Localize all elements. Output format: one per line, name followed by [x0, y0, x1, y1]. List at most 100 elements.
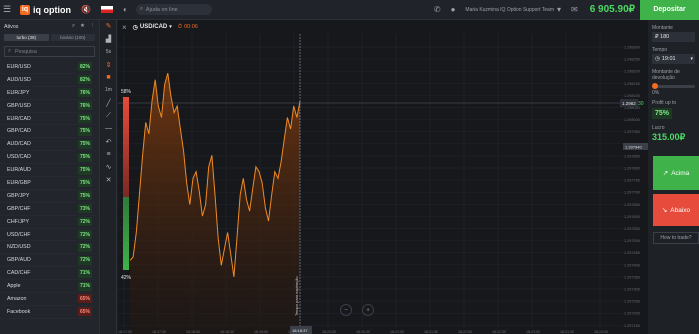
phone-icon[interactable]: ✆ — [434, 5, 441, 14]
asset-name: EUR/USD — [7, 63, 31, 70]
user-name[interactable]: Maria Kuzmina IQ Option Support Team — [465, 7, 554, 13]
chart-type-icon[interactable]: ▟ — [106, 33, 111, 46]
fib-icon[interactable]: ≡ — [106, 148, 110, 161]
asset-name: GBP/CAD — [7, 128, 31, 135]
asset-row[interactable]: GBP/CHF 73% — [0, 203, 99, 216]
asset-row[interactable]: GBP/CAD 75% — [0, 125, 99, 139]
asset-payout: 72% — [78, 230, 92, 240]
asset-search-input[interactable]: ⌕ Pesquisa — [4, 46, 95, 57]
asset-name: NZD/USD — [7, 244, 31, 251]
zoom-in-icon[interactable]: + — [362, 304, 374, 316]
asset-payout: 72% — [78, 217, 92, 227]
square-icon[interactable]: ■ — [106, 71, 110, 84]
asset-payout: 76% — [78, 101, 92, 111]
search-icon[interactable]: ⌕ — [72, 23, 75, 30]
asset-row[interactable]: NZD/USD 72% — [0, 241, 99, 255]
menu-icon[interactable]: ☰ — [0, 0, 14, 20]
y-axis: 1.298300 1.298250 1.298200 1.298150 1.298100… — [624, 46, 640, 328]
x-tick-label: 18:20:00 — [322, 330, 336, 334]
asset-payout: 75% — [78, 152, 92, 162]
refund-slider-knob[interactable] — [652, 83, 658, 89]
indicator-icon[interactable]: ⇕ — [106, 58, 112, 71]
price-chart[interactable]: 1.298300 1.298250 1.298200 1.298150 1.298100… — [118, 20, 648, 334]
more-icon[interactable]: ⋮ — [90, 23, 95, 30]
asset-row[interactable]: EUR/JPY 76% — [0, 87, 99, 100]
asset-row[interactable]: EUR/USD 82% — [0, 61, 99, 74]
asset-row[interactable]: USD/CAD 75% — [0, 151, 99, 165]
lucro-value: 315.00₽ — [652, 132, 686, 142]
asset-name: GBP/CHF — [7, 205, 31, 212]
brightness-icon[interactable]: ◐ — [123, 5, 128, 14]
amount-input[interactable]: ₽ 180 — [652, 32, 695, 42]
balance[interactable]: 6 905.90₽ — [590, 4, 635, 15]
asset-name: GBP/AUD — [7, 257, 31, 264]
how-to-trade-button[interactable]: How to trade? — [653, 232, 699, 244]
ray-icon[interactable]: ⟋ — [106, 110, 111, 123]
asset-payout: 76% — [78, 88, 92, 98]
wave-icon[interactable]: ∿ — [106, 161, 112, 174]
asset-list: EUR/USD 82% AUD/USD 82% EUR/JPY 76% GBP/USD 76%… — [0, 61, 99, 319]
user-icon[interactable]: ● — [451, 5, 456, 14]
logo[interactable]: iq iq option — [20, 4, 71, 15]
y-tick-label: 1.297400 — [624, 263, 640, 267]
mute-icon[interactable]: 🔇 — [81, 5, 91, 14]
asset-name: EUR/GBP — [7, 179, 31, 186]
app-root: ☰ iq iq option 🔇 ◐ ⌕ Ajuda on line ✆ ● M… — [0, 0, 699, 334]
asset-payout: 71% — [78, 281, 92, 291]
close-icon[interactable]: × — [122, 23, 127, 32]
help-search[interactable]: ⌕ Ajuda on line — [135, 4, 212, 15]
y-tick-label: 1.298150 — [624, 82, 640, 86]
pencil-icon[interactable]: ✎ — [106, 20, 112, 33]
deposit-button[interactable]: Depositar — [640, 0, 699, 20]
tab-binary[interactable]: binário (100) — [50, 34, 95, 41]
x-tick-label: 18:22:00 — [458, 330, 472, 334]
asset-row[interactable]: Amazon 65% — [0, 293, 99, 306]
asset-payout: 71% — [78, 268, 92, 278]
star-icon[interactable]: ★ — [80, 23, 85, 30]
timeframe-a[interactable]: 5s — [106, 46, 111, 59]
delete-icon[interactable]: ✕ — [106, 174, 112, 187]
asset-row[interactable]: CHF/JPY 72% — [0, 216, 99, 229]
assets-title: Ativos — [4, 23, 19, 30]
asset-row[interactable]: EUR/AUD 75% — [0, 164, 99, 178]
asset-row[interactable]: AUD/CAD 75% — [0, 138, 99, 152]
asset-name: AUD/CAD — [7, 141, 31, 148]
asset-row[interactable]: Apple 71% — [0, 280, 99, 294]
chart-area[interactable]: 1.298300 1.298250 1.298200 1.298150 1.298100… — [118, 20, 648, 334]
top-bar-right: ✆ ● Maria Kuzmina IQ Option Support Team… — [424, 0, 699, 20]
sentiment-up-bar — [123, 97, 129, 197]
asset-row[interactable]: GBP/JPY 75% — [0, 190, 99, 203]
mail-icon[interactable]: ✉ — [571, 5, 578, 14]
chevron-down-icon[interactable]: ▾ — [557, 5, 561, 14]
trend-down-icon: ↘ — [661, 207, 668, 214]
asset-selector[interactable]: ◷ USD/CAD ▾ — [133, 24, 172, 31]
profit-badge: 75% — [652, 108, 672, 119]
asset-row[interactable]: GBP/AUD 72% — [0, 254, 99, 268]
asset-payout: 73% — [78, 204, 92, 214]
call-button[interactable]: ↗ Acima — [653, 156, 699, 190]
asset-payout: 82% — [78, 62, 92, 72]
asset-row[interactable]: USD/CHF 72% — [0, 229, 99, 242]
asset-row[interactable]: Facebook 65% — [0, 306, 99, 319]
drawing-toolbar: ✎ ▟ 5s ⇕ ■ 1m ╱ ⟋ — ↶ ≡ ∿ ✕ — [101, 20, 117, 334]
line-tool-icon[interactable]: ╱ — [106, 97, 110, 110]
asset-row[interactable]: EUR/CAD 75% — [0, 113, 99, 126]
undo-icon[interactable]: ↶ — [106, 135, 112, 148]
horizontal-line-icon[interactable]: — — [105, 122, 112, 135]
mini-price-tag: 1.297940 — [625, 145, 642, 150]
y-tick-label: 1.297700 — [624, 191, 640, 195]
timeframe-b[interactable]: 1m — [105, 84, 112, 97]
zoom-out-icon[interactable]: − — [340, 304, 352, 316]
asset-row[interactable]: AUD/USD 82% — [0, 74, 99, 87]
flag-icon[interactable] — [100, 6, 113, 13]
tab-turbo[interactable]: turbo (39) — [4, 34, 49, 41]
y-tick-label: 1.298250 — [624, 58, 640, 62]
y-tick-label: 1.298000 — [624, 118, 640, 122]
put-button[interactable]: ↘ Abaixo — [653, 194, 699, 226]
asset-row[interactable]: CAD/CHF 71% — [0, 267, 99, 281]
refund-slider[interactable] — [652, 83, 695, 89]
time-label: Tempo — [652, 47, 668, 53]
time-select[interactable]: ◷ 19:01 ▾ — [652, 54, 695, 64]
asset-row[interactable]: EUR/GBP 75% — [0, 177, 99, 190]
asset-row[interactable]: GBP/USD 76% — [0, 100, 99, 113]
